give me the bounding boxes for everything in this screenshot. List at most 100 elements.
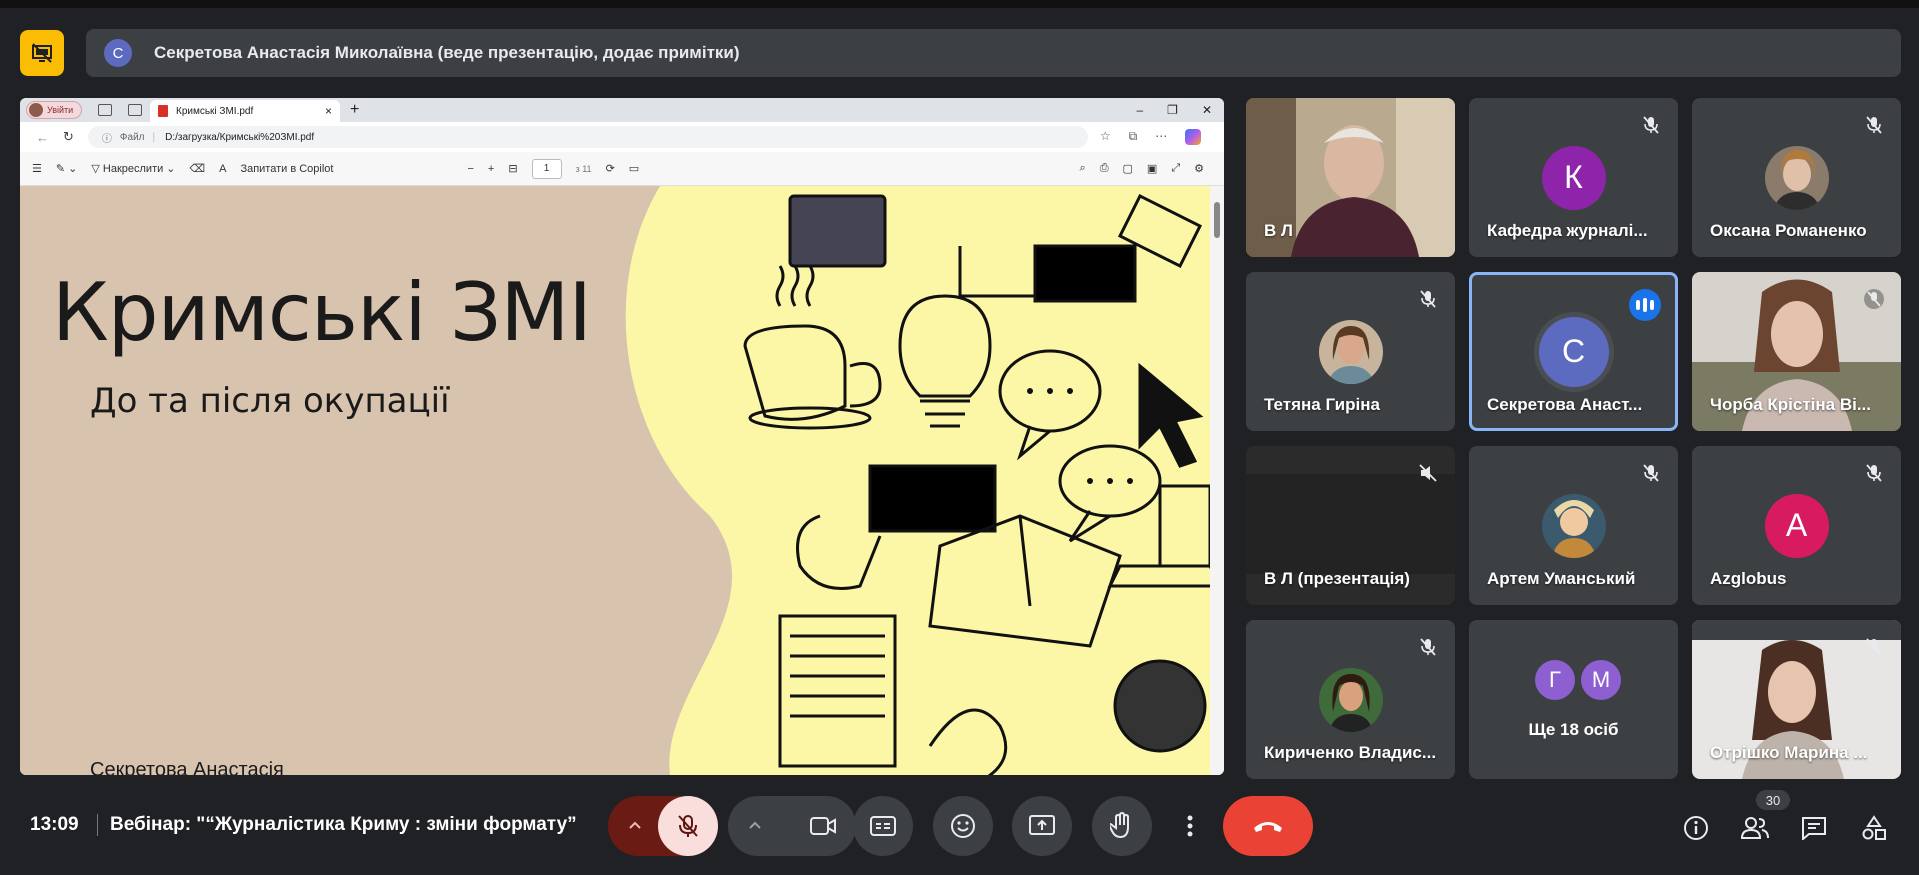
participant-name: Чорба Крістіна Ві... (1710, 395, 1871, 414)
profile-label: Увійти (47, 105, 74, 115)
participant-tile[interactable]: A Azglobus (1692, 446, 1901, 605)
activities-button[interactable] (1860, 814, 1888, 842)
more-vert-icon (1187, 815, 1193, 837)
print-icon[interactable]: ⎙ (1100, 162, 1109, 175)
time-separator (97, 814, 98, 836)
eraser-icon[interactable]: ⌫ (190, 162, 206, 175)
page-total: з 11 (575, 163, 592, 174)
participant-tile[interactable]: В Л (1246, 98, 1455, 257)
participant-tile[interactable]: В Л (презентація) (1246, 446, 1455, 605)
camera-icon (810, 817, 836, 835)
chat-button[interactable] (1800, 814, 1828, 842)
mic-off-icon (678, 815, 698, 837)
camera-toggle-button[interactable] (790, 796, 856, 856)
meeting-details-button[interactable] (1682, 814, 1710, 842)
participant-name: Оксана Романенко (1710, 221, 1867, 240)
participant-tile[interactable]: Чорба Крістіна Ві... (1692, 272, 1901, 431)
people-button[interactable] (1741, 814, 1769, 842)
participant-tile[interactable]: Кириченко Владис... (1246, 620, 1455, 779)
more-participants-label: Ще 18 осіб (1528, 720, 1619, 739)
reload-icon[interactable]: ↻ (63, 129, 74, 145)
mic-off-icon (1417, 636, 1439, 658)
more-options-button[interactable] (1172, 796, 1208, 856)
participant-name: В Л (1264, 221, 1293, 240)
present-screen-icon (1029, 815, 1055, 835)
contents-icon[interactable]: ☰ (32, 162, 42, 175)
save-icon[interactable]: ▢ (1123, 162, 1133, 175)
participant-avatar: С (1538, 316, 1609, 387)
browser-menu-icon[interactable]: ⋯ (1155, 129, 1167, 145)
search-icon[interactable]: ⌕ (1080, 162, 1086, 175)
participant-tile[interactable]: Отрішко Марина ... (1692, 620, 1901, 779)
settings-gear-icon[interactable]: ⚙ (1194, 162, 1204, 175)
window-controls: – ❐ ✕ (1136, 103, 1224, 117)
pdf-scrollbar[interactable] (1210, 186, 1224, 775)
browser-tab[interactable]: Кримські ЗМІ.pdf × (150, 100, 340, 122)
participant-tile[interactable]: Тетяна Гиріна (1246, 272, 1455, 431)
browser-profile-button[interactable]: Увійти (26, 101, 82, 119)
address-label: Файл (119, 131, 145, 143)
more-participants-tile[interactable]: Г М Ще 18 осіб (1469, 620, 1678, 779)
participant-name: Azglobus (1710, 569, 1787, 588)
info-circle-icon: ⓘ (101, 133, 112, 145)
collections-icon[interactable]: ⧉ (1129, 129, 1138, 145)
speaking-indicator-icon (1629, 289, 1661, 321)
browser-tab-strip: Увійти Кримські ЗМІ.pdf × + – ❐ ✕ (20, 98, 1224, 122)
read-aloud-icon[interactable]: A (219, 163, 226, 175)
presenter-banner: С Секретова Анастасія Миколаївна (веде п… (86, 29, 1901, 77)
close-tab-icon[interactable]: × (325, 104, 332, 118)
participant-avatar: М (1581, 660, 1621, 700)
zoom-in-icon[interactable]: + (488, 163, 494, 175)
captions-button[interactable] (853, 796, 913, 856)
workspaces-icon[interactable] (98, 104, 112, 116)
participant-avatar: К (1541, 145, 1606, 210)
draw-button[interactable]: ▽ Накреслити ⌄ (91, 162, 175, 175)
highlight-icon[interactable]: ✎ ⌄ (56, 162, 78, 175)
raise-hand-button[interactable] (1092, 796, 1152, 856)
copilot-button[interactable]: Запитати в Copilot (240, 163, 333, 175)
chevron-up-icon (629, 821, 641, 829)
minimize-icon[interactable]: – (1136, 103, 1143, 117)
browser-address-row: ← ↻ ⓘ Файл | D:/загрузка/Кримські%20ЗМІ.… (20, 122, 1224, 152)
participant-avatar (1764, 145, 1829, 210)
scrollbar-thumb[interactable] (1214, 202, 1220, 238)
participant-tile[interactable]: Оксана Романенко (1692, 98, 1901, 257)
copilot-icon[interactable] (1185, 129, 1202, 145)
chat-icon (1802, 817, 1826, 840)
pdf-toolbar: ☰ ✎ ⌄ ▽ Накреслити ⌄ ⌫ A Запитати в Copi… (20, 152, 1224, 186)
mic-off-icon (1863, 636, 1885, 658)
new-tab-icon[interactable]: + (350, 101, 359, 119)
fullscreen-icon[interactable]: ⤢ (1171, 162, 1180, 175)
video-settings-button[interactable] (728, 796, 856, 856)
mic-off-icon (1640, 462, 1662, 484)
presenter-text: Секретова Анастасія Миколаївна (веде пре… (154, 43, 740, 62)
participant-name: Артем Уманський (1487, 569, 1636, 588)
back-icon[interactable]: ← (36, 130, 49, 145)
favorites-icon[interactable]: ☆ (1100, 129, 1111, 145)
presenter-avatar: С (104, 39, 132, 67)
fit-page-icon[interactable]: ⊟ (508, 162, 517, 175)
leave-call-button[interactable] (1223, 796, 1313, 856)
address-bar[interactable]: ⓘ Файл | D:/загрузка/Кримські%20ЗМІ.pdf (87, 126, 1088, 148)
close-window-icon[interactable]: ✕ (1202, 103, 1212, 117)
participant-tile[interactable]: К Кафедра журналі... (1469, 98, 1678, 257)
rotate-icon[interactable]: ⟳ (606, 162, 615, 175)
present-now-button[interactable] (1012, 796, 1072, 856)
participant-name: Кафедра журналі... (1487, 221, 1648, 240)
participant-tile[interactable]: Артем Уманський (1469, 446, 1678, 605)
tab-actions-icon[interactable] (128, 104, 142, 116)
page-view-icon[interactable]: ▭ (629, 162, 639, 175)
participant-avatar (1541, 493, 1606, 558)
participant-tile-active[interactable]: С Секретова Анаст... (1469, 272, 1678, 431)
reactions-button[interactable] (933, 796, 993, 856)
more-participants-avatars: Г М (1535, 660, 1621, 700)
participant-name: В Л (презентація) (1264, 569, 1410, 588)
mic-toggle-button[interactable] (658, 796, 718, 856)
presentation-preview (1246, 474, 1455, 574)
maximize-icon[interactable]: ❐ (1167, 103, 1178, 117)
presentation-indicator-button[interactable] (20, 30, 64, 76)
page-number-input[interactable]: 1 (531, 158, 562, 179)
mic-off-icon (1863, 114, 1885, 136)
zoom-out-icon[interactable]: − (467, 163, 473, 175)
save-as-icon[interactable]: ▣ (1147, 162, 1157, 175)
